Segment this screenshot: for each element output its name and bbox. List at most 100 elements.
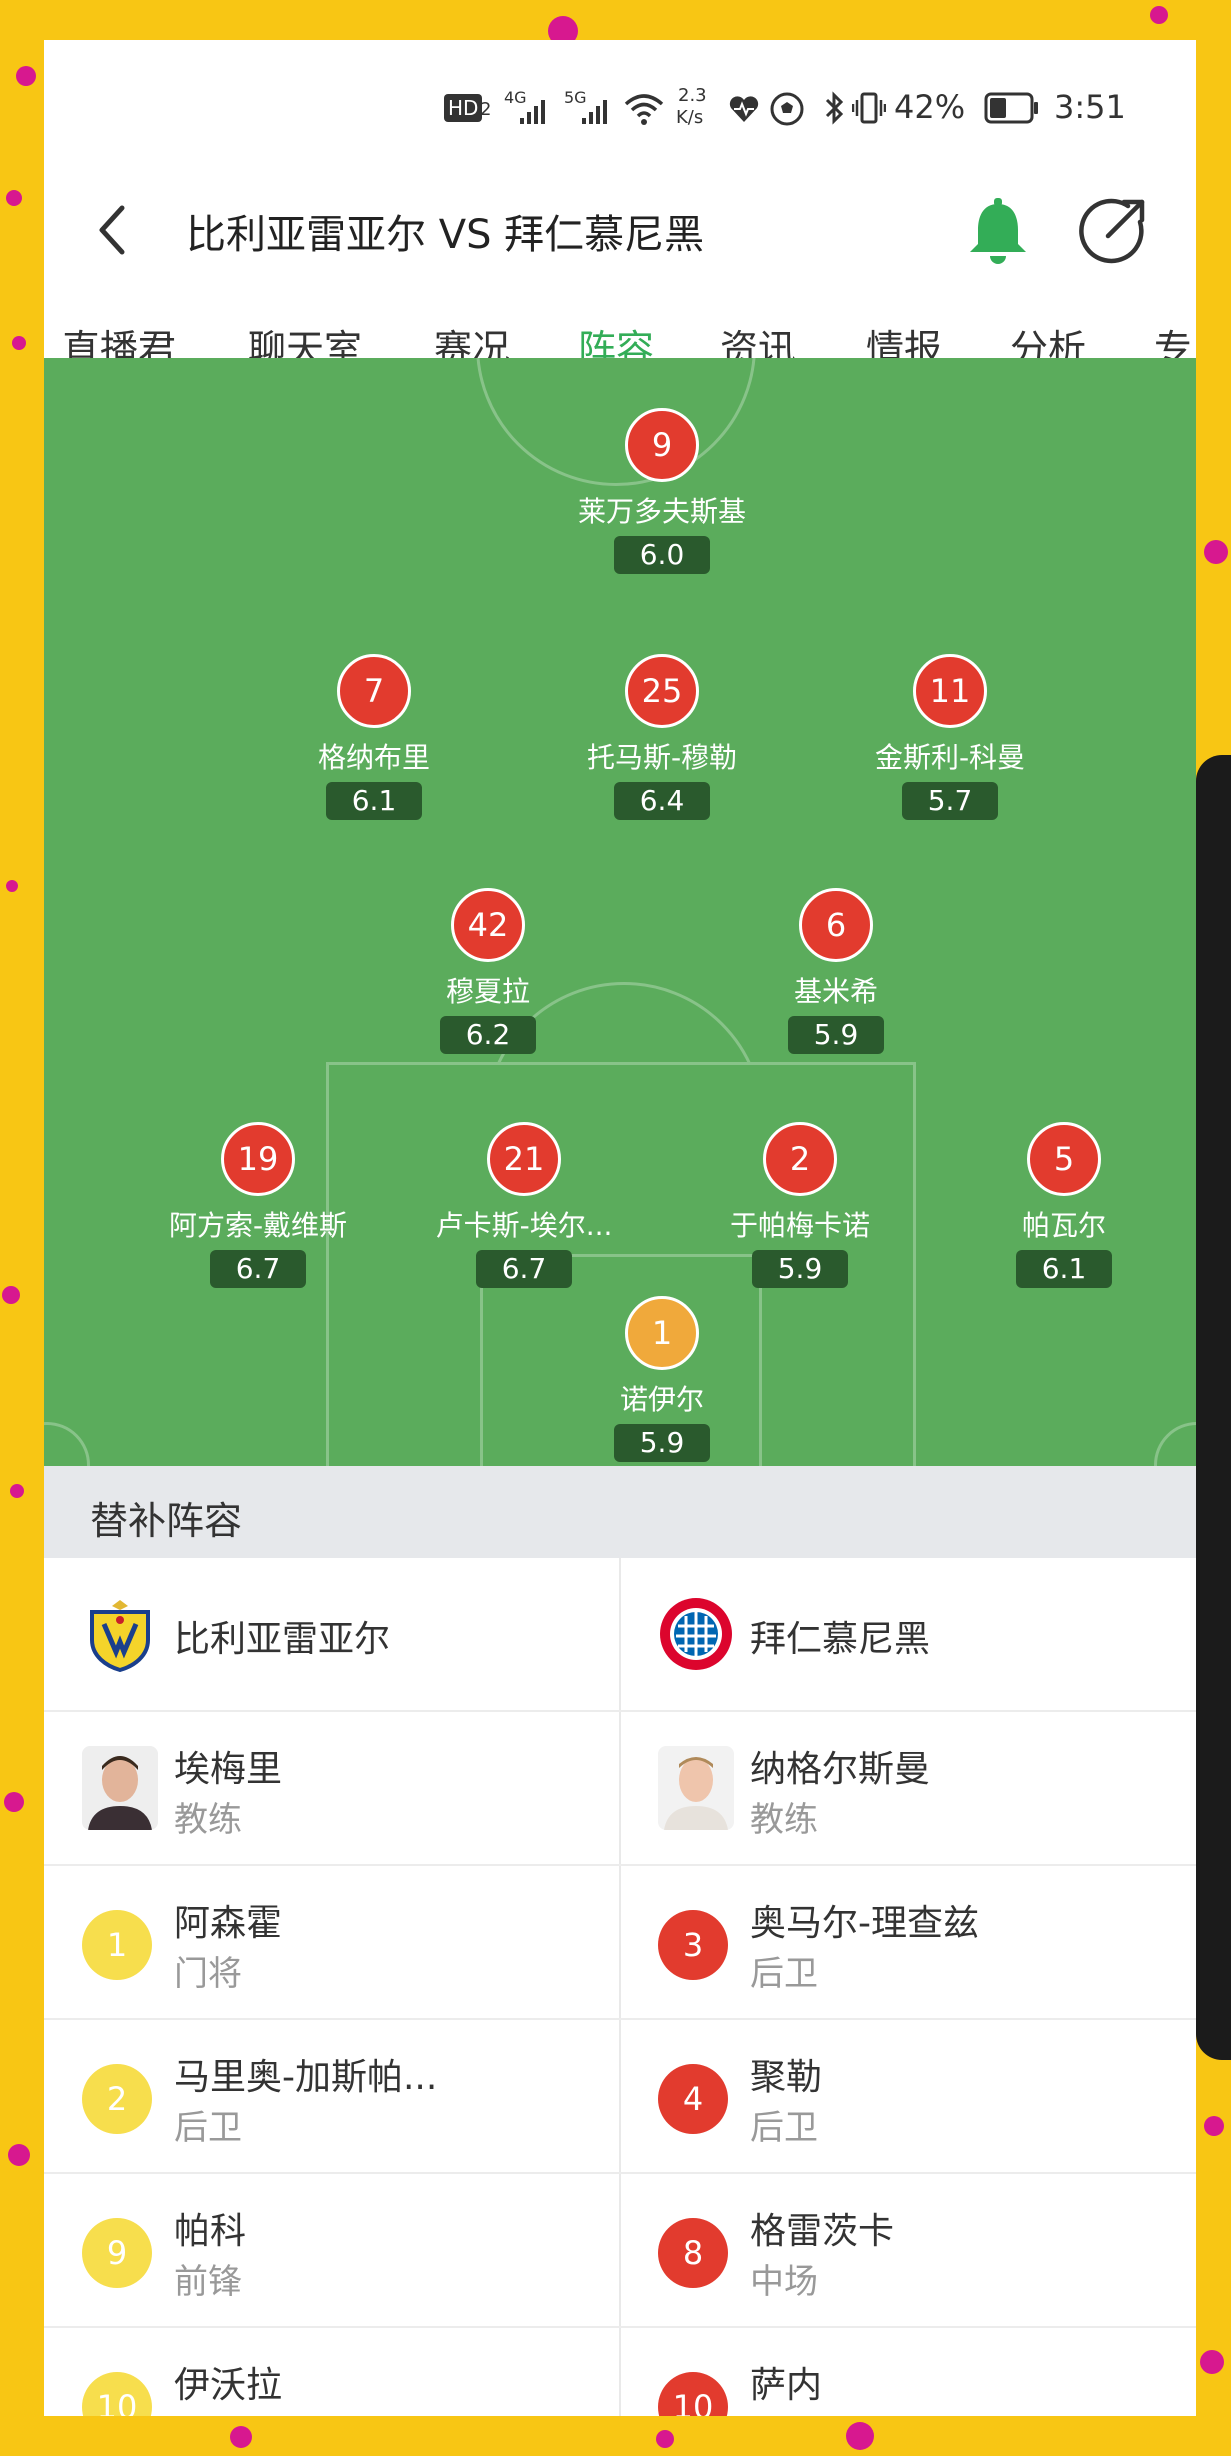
substitute-position: 中场: [750, 2262, 818, 2302]
substitute-row: 9 帕科 前锋 8 格雷茨卡 中场: [44, 2174, 1196, 2328]
substitute-number: 2: [82, 2064, 152, 2134]
substitute-row: 10 伊沃拉 10 萨内: [44, 2328, 1196, 2416]
substitute-row: 1 阿森霍 门将 3 奥马尔-理查兹 后卫: [44, 1866, 1196, 2020]
away-coach-role: 教练: [750, 1800, 818, 1840]
page-title: 比利亚雷亚尔 VS 拜仁慕尼黑: [186, 212, 705, 258]
bayern-crest-icon: [660, 1598, 732, 1670]
home-team-cell[interactable]: 比利亚雷亚尔: [44, 1558, 620, 1710]
bell-icon[interactable]: [962, 194, 1034, 266]
lineup-player[interactable]: 19 阿方索-戴维斯 6.7: [138, 1122, 378, 1288]
substitute-number: 9: [82, 2218, 152, 2288]
substitute-number: 10: [82, 2372, 152, 2416]
substitute-number: 8: [658, 2218, 728, 2288]
home-coach-name: 埃梅里: [174, 1749, 283, 1790]
player-number: 25: [625, 654, 699, 728]
home-substitute[interactable]: 10 伊沃拉: [44, 2328, 620, 2416]
substitute-position: 门将: [174, 1954, 242, 1994]
pitch-corner-left: [44, 1422, 90, 1466]
player-number: 11: [913, 654, 987, 728]
player-number: 9: [625, 408, 699, 482]
football-icon: [770, 92, 804, 126]
substitute-number: 1: [82, 1910, 152, 1980]
status-bar: HD 2 4G 5G 2.3 K/s 42% 3:51: [44, 40, 1196, 170]
substitute-name: 奥马尔-理查兹: [750, 1903, 979, 1944]
player-rating: 5.9: [614, 1424, 710, 1462]
back-arrow-icon[interactable]: [92, 200, 132, 260]
player-rating: 5.9: [752, 1250, 848, 1288]
player-rating: 6.4: [614, 782, 710, 820]
pitch-corner-right: [1154, 1422, 1196, 1466]
substitute-position: 后卫: [174, 2108, 242, 2148]
substitute-name: 伊沃拉: [174, 2365, 283, 2406]
substitute-position: 后卫: [750, 2108, 818, 2148]
lineup-player[interactable]: 11 金斯利-科曼 5.7: [830, 654, 1070, 820]
battery-percent: 42%: [894, 88, 966, 126]
away-substitute[interactable]: 3 奥马尔-理查兹 后卫: [620, 1866, 1196, 2018]
hd-sub-indicator: 2: [480, 99, 492, 120]
player-rating: 6.1: [326, 782, 422, 820]
heart-rate-icon: [729, 96, 759, 122]
lineup-player[interactable]: 9 莱万多夫斯基 6.0: [542, 408, 782, 574]
player-rating: 5.7: [902, 782, 998, 820]
coach-avatar: [82, 1746, 158, 1830]
lineup-player[interactable]: 5 帕瓦尔 6.1: [944, 1122, 1184, 1288]
player-number: 6: [799, 888, 873, 962]
substitute-name: 马里奥-加斯帕...: [174, 2057, 438, 2098]
lineup-goalkeeper[interactable]: 1 诺伊尔 5.9: [542, 1296, 782, 1462]
home-team-name: 比利亚雷亚尔: [174, 1619, 391, 1660]
share-icon[interactable]: [1078, 194, 1150, 266]
home-substitute[interactable]: 2 马里奥-加斯帕... 后卫: [44, 2020, 620, 2172]
player-name: 穆夏拉: [445, 975, 530, 1008]
player-number: 1: [625, 1296, 699, 1370]
player-name: 基米希: [793, 975, 878, 1008]
substitute-row: 2 马里奥-加斯帕... 后卫 4 聚勒 后卫: [44, 2020, 1196, 2174]
player-name: 阿方索-戴维斯: [168, 1209, 348, 1242]
home-coach-role: 教练: [174, 1800, 242, 1840]
home-substitute[interactable]: 9 帕科 前锋: [44, 2174, 620, 2326]
home-coach-cell[interactable]: 埃梅里 教练: [44, 1712, 620, 1864]
substitute-name: 萨内: [750, 2365, 823, 2406]
substitute-number: 4: [658, 2064, 728, 2134]
player-rating: 6.1: [1016, 1250, 1112, 1288]
bluetooth-icon: [825, 91, 844, 125]
player-rating: 6.0: [614, 536, 710, 574]
battery-icon: [984, 92, 1038, 124]
lineup-player[interactable]: 21 卢卡斯-埃尔... 6.7: [404, 1122, 644, 1288]
player-rating: 6.7: [210, 1250, 306, 1288]
substitute-name: 阿森霍: [174, 1903, 283, 1944]
hd-indicator: HD: [444, 94, 483, 122]
home-substitute[interactable]: 1 阿森霍 门将: [44, 1866, 620, 2018]
lineup-player[interactable]: 42 穆夏拉 6.2: [368, 888, 608, 1054]
substitutes-title: 替补阵容: [90, 1499, 243, 1543]
lineup-player[interactable]: 7 格纳布里 6.1: [254, 654, 494, 820]
team-row: 比利亚雷亚尔 拜仁慕尼黑: [44, 1558, 1196, 1712]
vibrate-icon: [852, 92, 886, 124]
substitute-number: 10: [658, 2372, 728, 2416]
away-team-cell[interactable]: 拜仁慕尼黑: [620, 1558, 1196, 1710]
away-team-name: 拜仁慕尼黑: [750, 1619, 931, 1660]
player-name: 托马斯-穆勒: [586, 741, 738, 774]
away-substitute[interactable]: 10 萨内: [620, 2328, 1196, 2416]
player-name: 于帕梅卡诺: [729, 1209, 870, 1242]
player-name: 卢卡斯-埃尔...: [435, 1209, 613, 1242]
lineup-player[interactable]: 2 于帕梅卡诺 5.9: [680, 1122, 920, 1288]
app-header: 比利亚雷亚尔 VS 拜仁慕尼黑: [44, 160, 1196, 290]
away-coach-cell[interactable]: 纳格尔斯曼 教练: [620, 1712, 1196, 1864]
network-speed-unit: K/s: [676, 107, 704, 128]
lineup-player[interactable]: 6 基米希 5.9: [716, 888, 956, 1054]
substitute-position: 后卫: [750, 1954, 818, 1994]
villarreal-crest-icon: [90, 1600, 150, 1672]
away-substitute[interactable]: 4 聚勒 后卫: [620, 2020, 1196, 2172]
player-number: 2: [763, 1122, 837, 1196]
network-speed-value: 2.3: [678, 85, 707, 106]
player-rating: 6.2: [440, 1016, 536, 1054]
substitutes-header: 替补阵容: [44, 1466, 1196, 1558]
phone-screen: HD 2 4G 5G 2.3 K/s 42% 3:51 比利亚雷亚尔 VS 拜仁…: [44, 40, 1196, 2416]
player-name: 莱万多夫斯基: [577, 495, 746, 528]
substitute-name: 帕科: [174, 2211, 247, 2252]
lineup-pitch: 9 莱万多夫斯基 6.0 7 格纳布里 6.1 25 托马斯-穆勒 6.4 11…: [44, 358, 1196, 1466]
away-substitute[interactable]: 8 格雷茨卡 中场: [620, 2174, 1196, 2326]
lineup-player[interactable]: 25 托马斯-穆勒 6.4: [542, 654, 782, 820]
player-rating: 6.7: [476, 1250, 572, 1288]
player-rating: 5.9: [788, 1016, 884, 1054]
